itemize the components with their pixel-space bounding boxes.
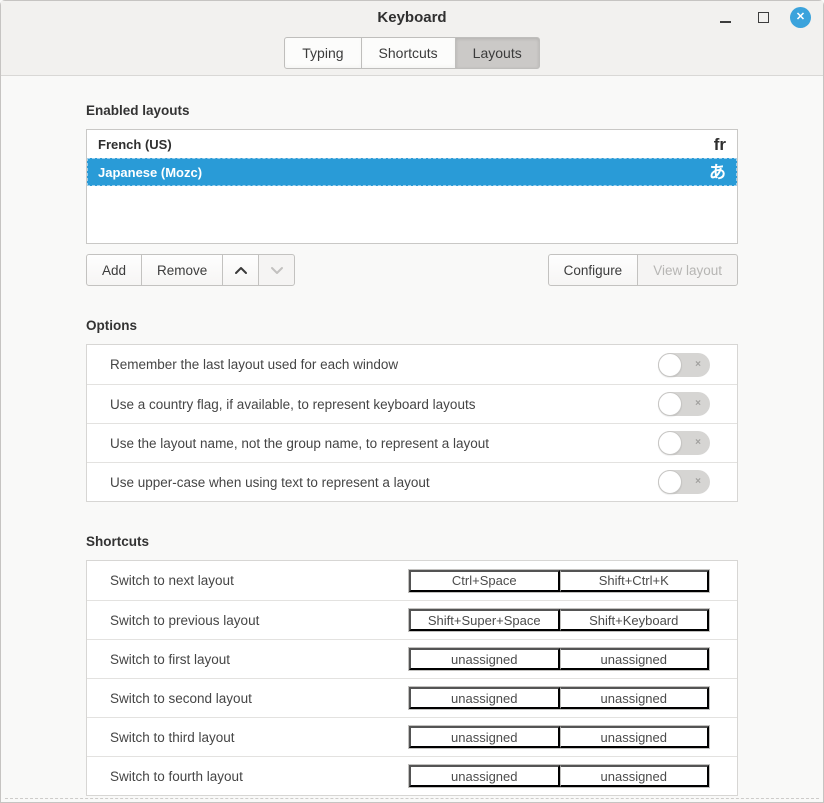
keybind-group: unassigned unassigned bbox=[408, 725, 710, 749]
toggle-knob bbox=[658, 392, 682, 416]
keybind-group: Shift+Super+Space Shift+Keyboard bbox=[408, 608, 710, 632]
shortcut-row-third-layout: Switch to third layout unassigned unassi… bbox=[87, 717, 737, 756]
option-row-remember-layout: Remember the last layout used for each w… bbox=[87, 345, 737, 384]
shortcut-label: Switch to second layout bbox=[110, 691, 252, 706]
keybind-button[interactable]: unassigned bbox=[409, 765, 560, 787]
toggle-knob bbox=[658, 353, 682, 377]
keybind-button[interactable]: Shift+Ctrl+K bbox=[560, 570, 710, 592]
keybind-button[interactable]: unassigned bbox=[560, 648, 710, 670]
shortcut-label: Switch to fourth layout bbox=[110, 769, 243, 784]
layout-list-actions: Add Remove Configure View layout bbox=[86, 254, 738, 286]
toggle-upper-case[interactable]: × bbox=[658, 470, 710, 494]
shortcut-label: Switch to first layout bbox=[110, 652, 230, 667]
layout-list-item[interactable]: French (US) fr bbox=[87, 130, 737, 158]
titlebar[interactable]: Keyboard ✕ bbox=[1, 1, 823, 34]
layout-name: French (US) bbox=[98, 137, 172, 152]
keybind-button[interactable]: unassigned bbox=[560, 687, 710, 709]
shortcuts-card: Switch to next layout Ctrl+Space Shift+C… bbox=[86, 560, 738, 796]
enabled-layouts-header: Enabled layouts bbox=[86, 103, 738, 119]
remove-layout-button[interactable]: Remove bbox=[141, 254, 223, 286]
actions-spacer bbox=[295, 254, 547, 286]
option-label: Use the layout name, not the group name,… bbox=[110, 436, 489, 451]
tab-shortcuts[interactable]: Shortcuts bbox=[361, 37, 456, 69]
shortcut-row-previous-layout: Switch to previous layout Shift+Super+Sp… bbox=[87, 600, 737, 639]
shortcuts-header: Shortcuts bbox=[86, 534, 738, 550]
tab-typing[interactable]: Typing bbox=[284, 37, 361, 69]
toggle-country-flag[interactable]: × bbox=[658, 392, 710, 416]
keybind-button[interactable]: unassigned bbox=[409, 687, 560, 709]
options-header: Options bbox=[86, 318, 738, 334]
toggle-off-icon: × bbox=[695, 360, 701, 370]
window-controls: ✕ bbox=[714, 1, 811, 34]
option-label: Use a country flag, if available, to rep… bbox=[110, 397, 475, 412]
keybind-button[interactable]: Ctrl+Space bbox=[409, 570, 560, 592]
keybind-group: Ctrl+Space Shift+Ctrl+K bbox=[408, 569, 710, 593]
add-layout-button[interactable]: Add bbox=[86, 254, 142, 286]
layout-indicator: fr bbox=[714, 136, 726, 153]
shortcut-row-first-layout: Switch to first layout unassigned unassi… bbox=[87, 639, 737, 678]
keybind-button[interactable]: Shift+Super+Space bbox=[409, 609, 560, 631]
keyboard-settings-window: { "window": { "title": "Keyboard" }, "ta… bbox=[0, 0, 824, 803]
close-button[interactable]: ✕ bbox=[790, 7, 811, 28]
keybind-button[interactable]: unassigned bbox=[560, 765, 710, 787]
keybind-group: unassigned unassigned bbox=[408, 647, 710, 671]
option-row-layout-name: Use the layout name, not the group name,… bbox=[87, 423, 737, 462]
configure-layout-button[interactable]: Configure bbox=[548, 254, 639, 286]
maximize-button[interactable] bbox=[752, 7, 774, 29]
shortcut-row-next-layout: Switch to next layout Ctrl+Space Shift+C… bbox=[87, 561, 737, 600]
toggle-off-icon: × bbox=[695, 477, 701, 487]
chevron-up-icon bbox=[234, 266, 248, 275]
tab-layouts[interactable]: Layouts bbox=[455, 37, 540, 69]
maximize-icon bbox=[758, 12, 769, 23]
layout-name: Japanese (Mozc) bbox=[98, 165, 202, 180]
toggle-knob bbox=[658, 431, 682, 455]
shortcut-row-fourth-layout: Switch to fourth layout unassigned unass… bbox=[87, 756, 737, 795]
options-card: Remember the last layout used for each w… bbox=[86, 344, 738, 502]
tab-group: Typing Shortcuts Layouts bbox=[284, 37, 539, 69]
close-icon: ✕ bbox=[796, 12, 805, 23]
enabled-layouts-list: French (US) fr Japanese (Mozc) あ bbox=[86, 129, 738, 244]
tab-bar: Typing Shortcuts Layouts bbox=[1, 34, 823, 75]
window-title: Keyboard bbox=[377, 9, 446, 26]
option-row-upper-case: Use upper-case when using text to repres… bbox=[87, 462, 737, 501]
option-row-country-flag: Use a country flag, if available, to rep… bbox=[87, 384, 737, 423]
layout-list-item-selected[interactable]: Japanese (Mozc) あ bbox=[87, 158, 737, 186]
minimize-button[interactable] bbox=[714, 7, 736, 29]
keybind-group: unassigned unassigned bbox=[408, 686, 710, 710]
toggle-off-icon: × bbox=[695, 399, 701, 409]
toggle-remember-layout[interactable]: × bbox=[658, 353, 710, 377]
keybind-button[interactable]: Shift+Keyboard bbox=[560, 609, 710, 631]
keybind-button[interactable]: unassigned bbox=[560, 726, 710, 748]
view-layout-button[interactable]: View layout bbox=[637, 254, 738, 286]
keybind-button[interactable]: unassigned bbox=[409, 726, 560, 748]
chevron-down-icon bbox=[270, 266, 284, 275]
layouts-page: Enabled layouts French (US) fr Japanese … bbox=[86, 103, 738, 796]
minimize-icon bbox=[720, 21, 731, 23]
toggle-knob bbox=[658, 470, 682, 494]
keybind-group: unassigned unassigned bbox=[408, 764, 710, 788]
window-header: Keyboard ✕ Typing Shortcuts Layouts bbox=[1, 1, 823, 76]
layout-tools-button-group: Configure View layout bbox=[548, 254, 738, 286]
shortcut-row-second-layout: Switch to second layout unassigned unass… bbox=[87, 678, 737, 717]
toggle-off-icon: × bbox=[695, 438, 701, 448]
shortcut-label: Switch to previous layout bbox=[110, 613, 259, 628]
shortcut-label: Switch to third layout bbox=[110, 730, 235, 745]
layout-indicator: あ bbox=[709, 164, 726, 181]
keybind-button[interactable]: unassigned bbox=[409, 648, 560, 670]
move-layout-down-button[interactable] bbox=[258, 254, 295, 286]
scroll-focus-dash bbox=[5, 798, 819, 799]
move-layout-up-button[interactable] bbox=[222, 254, 259, 286]
layout-edit-button-group: Add Remove bbox=[86, 254, 295, 286]
shortcut-label: Switch to next layout bbox=[110, 573, 234, 588]
option-label: Remember the last layout used for each w… bbox=[110, 357, 398, 372]
toggle-layout-name[interactable]: × bbox=[658, 431, 710, 455]
option-label: Use upper-case when using text to repres… bbox=[110, 475, 430, 490]
